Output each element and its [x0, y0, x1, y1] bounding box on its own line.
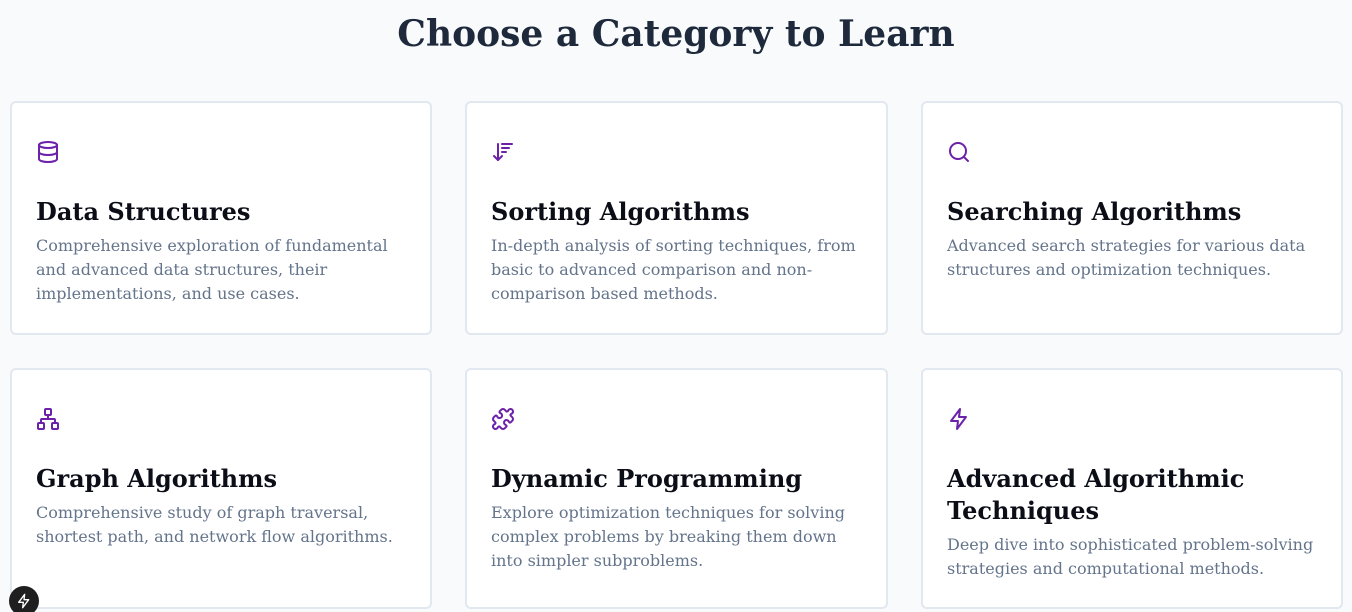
card-description: Comprehensive exploration of fundamental…	[36, 236, 388, 303]
card-title: Dynamic Programming	[491, 464, 803, 493]
card-title: Graph Algorithms	[36, 464, 278, 493]
card-description: In-depth analysis of sorting techniques,…	[491, 236, 856, 303]
puzzle-icon	[491, 407, 515, 431]
card-title: Data Structures	[36, 197, 251, 226]
category-card-dynamic-programming[interactable]: Dynamic Programming Explore optimization…	[465, 368, 888, 609]
category-card-searching-algorithms[interactable]: Searching Algorithms Advanced search str…	[921, 101, 1343, 335]
card-title: Searching Algorithms	[947, 197, 1242, 226]
category-card-graph-algorithms[interactable]: Graph Algorithms Comprehensive study of …	[10, 368, 432, 609]
network-icon	[36, 407, 60, 431]
search-icon	[947, 140, 971, 164]
card-title: Sorting Algorithms	[491, 197, 750, 226]
category-card-data-structures[interactable]: Data Structures Comprehensive exploratio…	[10, 101, 432, 335]
card-title: Advanced Algorithmic Techniques	[947, 464, 1245, 525]
sort-descending-icon	[491, 140, 515, 164]
category-card-advanced-techniques[interactable]: Advanced Algorithmic Techniques Deep div…	[921, 368, 1343, 609]
category-card-sorting-algorithms[interactable]: Sorting Algorithms In-depth analysis of …	[465, 101, 888, 335]
card-description: Explore optimization techniques for solv…	[491, 503, 845, 570]
lightning-icon	[947, 407, 971, 431]
lightning-icon	[16, 586, 32, 612]
page-title: Choose a Category to Learn	[397, 13, 955, 55]
card-description: Advanced search strategies for various d…	[947, 236, 1306, 279]
card-description: Comprehensive study of graph traversal, …	[36, 503, 393, 546]
devtools-floating-button[interactable]	[9, 586, 39, 612]
database-icon	[36, 140, 60, 164]
card-description: Deep dive into sophisticated problem-sol…	[947, 535, 1314, 578]
category-grid: Data Structures Comprehensive exploratio…	[10, 101, 1343, 609]
